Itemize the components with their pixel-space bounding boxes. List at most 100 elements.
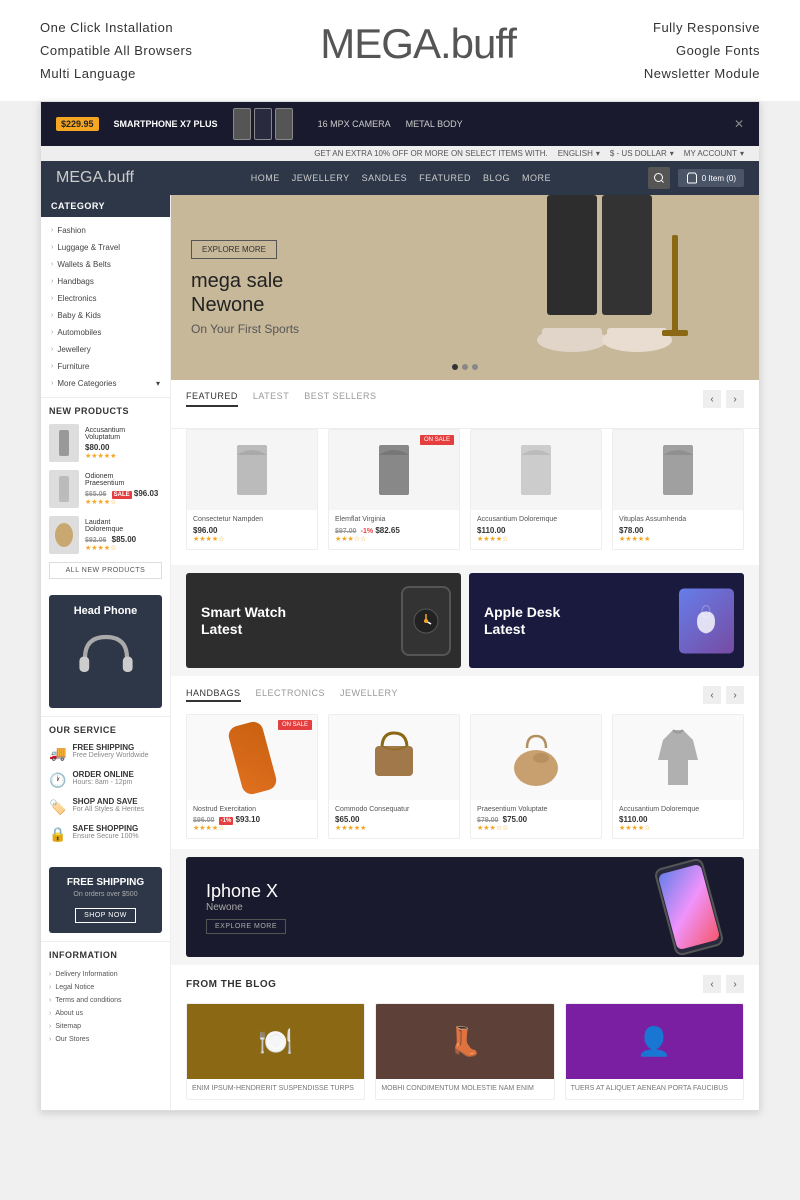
blog-navigation: ‹ › xyxy=(703,975,744,993)
nav-links: HOME JEWELLERY SANDLES FEATURED BLOG MOR… xyxy=(154,173,648,183)
product-card-name: Elemflat Virginia xyxy=(335,516,453,523)
cat-luggage[interactable]: › Luggage & Travel xyxy=(41,239,170,256)
product-card[interactable]: Consectetur Nampden $96.00 ★★★★☆ xyxy=(186,429,318,550)
cart-button[interactable]: 0 Item (0) xyxy=(678,169,744,187)
iphone-subtitle: Newone xyxy=(206,902,286,913)
new-products-title: NEW PRODUCTS xyxy=(49,406,162,416)
nav-more[interactable]: MORE xyxy=(522,173,551,183)
blog-caption: TUERS AT ALIQUET AENEAN PORTA FAUCIBUS xyxy=(566,1079,743,1099)
info-sitemap[interactable]: › Sitemap xyxy=(49,1020,162,1033)
cat-baby[interactable]: › Baby & Kids xyxy=(41,307,170,324)
main-layout: CATEGORY › Fashion › Luggage & Travel › … xyxy=(41,195,759,1110)
info-terms[interactable]: › Terms and conditions xyxy=(49,994,162,1007)
shop-now-button[interactable]: SHOP NOW xyxy=(75,908,136,923)
new-products-section: NEW PRODUCTS AccusantiumVoluptatum $80.0… xyxy=(41,397,170,587)
language-selector[interactable]: ENGLISH ▾ xyxy=(558,149,600,158)
tab-latest[interactable]: LATEST xyxy=(253,391,289,407)
iphone-explore-button[interactable]: EXPLORE MORE xyxy=(206,919,286,934)
promo-spec-camera: 16 MPX CAMERA xyxy=(318,119,391,129)
handbags-next-button[interactable]: › xyxy=(726,686,744,704)
tab-next-button[interactable]: › xyxy=(726,390,744,408)
hero-dot-2[interactable] xyxy=(462,364,468,370)
nav-jewellery[interactable]: JEWELLERY xyxy=(292,173,350,183)
info-stores[interactable]: › Our Stores xyxy=(49,1033,162,1046)
handbag-card[interactable]: Praesentium Voluptate $79.00 $75.00 ★★★☆… xyxy=(470,714,602,839)
info-legal[interactable]: › Legal Notice xyxy=(49,981,162,994)
blog-prev-button[interactable]: ‹ xyxy=(703,975,721,993)
product-mini-image xyxy=(49,470,79,508)
tab-bestsellers[interactable]: BEST SELLERS xyxy=(304,391,376,407)
handbag-card[interactable]: ON SALE Nostrud Exercitation $96.00 -1% … xyxy=(186,714,318,839)
cat-jewellery[interactable]: › Jewellery xyxy=(41,341,170,358)
product-mini-price: $65.06 SALE $96.03 xyxy=(85,489,162,498)
tab-jewellery[interactable]: JEWELLERY xyxy=(340,688,398,702)
nav-featured[interactable]: FEATURED xyxy=(419,173,471,183)
utility-bar: GET AN EXTRA 10% OFF OR MORE ON SELECT I… xyxy=(41,146,759,161)
account-link[interactable]: MY ACCOUNT ▾ xyxy=(684,149,744,158)
nav-blog[interactable]: BLOG xyxy=(483,173,510,183)
tab-featured[interactable]: FEATURED xyxy=(186,391,238,407)
product-image-1 xyxy=(232,440,272,500)
product-card[interactable]: Vituplas Assumhenda $78.00 ★★★★★ xyxy=(612,429,744,550)
nav-logo: MEGA.buff xyxy=(56,169,134,187)
apple-icon xyxy=(679,588,734,653)
main-logo: MEGA.buff xyxy=(320,20,516,68)
blog-next-button[interactable]: › xyxy=(726,975,744,993)
promo-close-icon[interactable]: ✕ xyxy=(734,117,744,131)
handbag-info: Praesentium Voluptate $79.00 $75.00 ★★★☆… xyxy=(471,800,601,838)
service-info: FREE SHIPPING Free Delivery Worldwide xyxy=(72,743,162,759)
service-name: SAFE SHOPPING xyxy=(72,824,162,833)
cat-automobiles[interactable]: › Automobiles xyxy=(41,324,170,341)
explore-more-button[interactable]: EXPLORE MORE xyxy=(191,240,277,259)
handbag-card[interactable]: Commodo Consequatur $65.00 ★★★★★ xyxy=(328,714,460,839)
cat-fashion[interactable]: › Fashion xyxy=(41,222,170,239)
info-delivery[interactable]: › Delivery Information xyxy=(49,968,162,981)
handbag-name: Praesentium Voluptate xyxy=(477,806,595,813)
category-list: › Fashion › Luggage & Travel › Wallets &… xyxy=(41,217,170,397)
tab-electronics[interactable]: ELECTRONICS xyxy=(256,688,326,702)
handbag-info: Accusantium Doloremque $110.00 ★★★★☆ xyxy=(613,800,743,838)
smart-watch-banner[interactable]: Smart Watch Latest xyxy=(186,573,461,668)
currency-selector[interactable]: $ - US DOLLAR ▾ xyxy=(610,149,674,158)
handbag-card[interactable]: Accusantium Doloremque $110.00 ★★★★☆ xyxy=(612,714,744,839)
nav-sandles[interactable]: SANDLES xyxy=(362,173,408,183)
apple-desk-banner[interactable]: Apple Desk Latest xyxy=(469,573,744,668)
product-card[interactable]: ON SALE Elemflat Virginia $97.00 -1% $82… xyxy=(328,429,460,550)
iphone-banner: Iphone X Newone EXPLORE MORE xyxy=(186,857,744,957)
product-card-info: Vituplas Assumhenda $78.00 ★★★★★ xyxy=(613,510,743,549)
cat-wallets[interactable]: › Wallets & Belts xyxy=(41,256,170,273)
blog-image-food: 🍽️ xyxy=(187,1004,364,1079)
handbag-image xyxy=(329,715,459,800)
blog-card[interactable]: 👢 MOBHI CONDIMENTUM MOLESTIE NAM ENIM xyxy=(375,1003,554,1100)
blog-card[interactable]: 👤 TUERS AT ALIQUET AENEAN PORTA FAUCIBUS xyxy=(565,1003,744,1100)
cat-handbags[interactable]: › Handbags xyxy=(41,273,170,290)
feature-responsive: Fully Responsive xyxy=(644,20,760,35)
product-mini-image xyxy=(49,424,79,462)
product-card[interactable]: Accusantium Doloremque $110.00 ★★★★☆ xyxy=(470,429,602,550)
blog-grid: 🍽️ ENIM IPSUM-HENDRERIT SUSPENDISSE TURP… xyxy=(186,1003,744,1100)
promo-product-name: SMARTPHONE X7 PLUS xyxy=(114,119,218,129)
main-content: EXPLORE MORE mega sale Newone On Your Fi… xyxy=(171,195,759,1110)
lock-icon: 🔒 xyxy=(49,826,66,843)
info-about[interactable]: › About us xyxy=(49,1007,162,1020)
watch-icon xyxy=(401,586,451,656)
feature-multilang: Multi Language xyxy=(40,66,192,81)
blog-card[interactable]: 🍽️ ENIM IPSUM-HENDRERIT SUSPENDISSE TURP… xyxy=(186,1003,365,1100)
handbags-prev-button[interactable]: ‹ xyxy=(703,686,721,704)
handbags-grid: ON SALE Nostrud Exercitation $96.00 -1% … xyxy=(186,714,744,839)
tab-prev-button[interactable]: ‹ xyxy=(703,390,721,408)
hero-dot-1[interactable] xyxy=(452,364,458,370)
top-banner-right: Fully Responsive Google Fonts Newsletter… xyxy=(644,20,760,81)
product-image-2 xyxy=(374,440,414,500)
tab-handbags[interactable]: HANDBAGS xyxy=(186,688,241,702)
cat-electronics[interactable]: › Electronics xyxy=(41,290,170,307)
product-card-image xyxy=(187,430,317,510)
cat-more[interactable]: › More Categories ▾ xyxy=(41,375,170,392)
all-products-link[interactable]: ALL NEW PRODUCTS xyxy=(49,562,162,579)
cat-furniture[interactable]: › Furniture xyxy=(41,358,170,375)
nav-home[interactable]: HOME xyxy=(251,173,280,183)
product-card-info: Accusantium Doloremque $110.00 ★★★★☆ xyxy=(471,510,601,549)
hero-dot-3[interactable] xyxy=(472,364,478,370)
search-button[interactable] xyxy=(648,167,670,189)
util-notice: GET AN EXTRA 10% OFF OR MORE ON SELECT I… xyxy=(314,149,548,158)
